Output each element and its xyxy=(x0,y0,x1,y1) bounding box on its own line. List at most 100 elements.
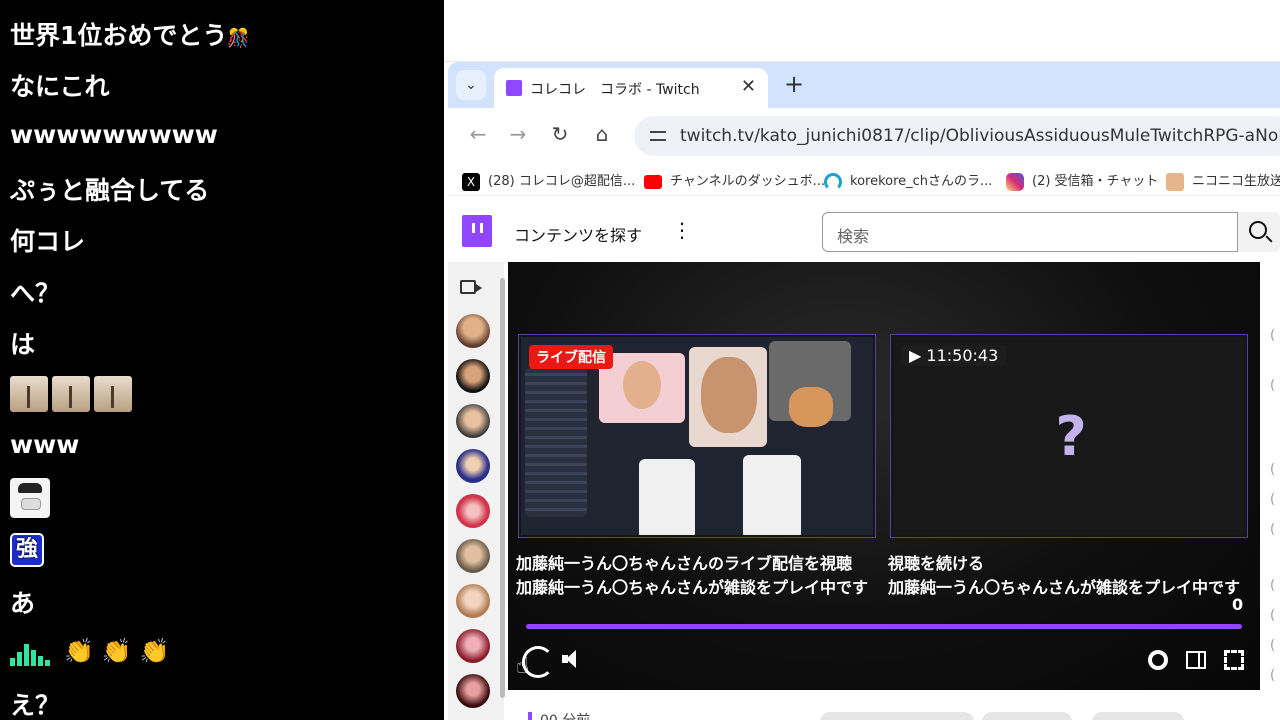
column-edge: ( xyxy=(1270,608,1276,623)
action-button[interactable] xyxy=(982,712,1072,720)
tab-close-icon[interactable]: ✕ xyxy=(741,76,756,97)
card2-title[interactable]: 視聴を続ける xyxy=(888,550,984,574)
clap-emoji-icon: 👏 xyxy=(64,637,94,665)
channel-avatar[interactable] xyxy=(456,314,490,348)
tab-active[interactable]: コレコレ コラボ - Twitch ✕ xyxy=(494,68,768,108)
address-bar[interactable]: twitch.tv/kato_junichi0817/clip/Obliviou… xyxy=(634,116,1280,156)
bookmark-korekore[interactable]: korekore_chさんのラ... xyxy=(824,170,992,191)
accent-bar xyxy=(528,712,532,720)
twitch-favicon-icon xyxy=(506,80,522,96)
twitch-logo-icon[interactable] xyxy=(462,215,492,247)
clap-emoji-icon: 👏 xyxy=(101,637,132,665)
theater-mode-icon[interactable] xyxy=(1186,651,1206,669)
channel-avatar[interactable] xyxy=(456,629,490,663)
masked-face-stamp-icon xyxy=(10,478,50,518)
forward-button[interactable]: → xyxy=(504,122,532,146)
channel-avatar[interactable] xyxy=(456,494,490,528)
back-button[interactable]: ← xyxy=(464,122,492,146)
chat-overlay: 世界1位おめでとう🎊 なにこれ wwwwwwwww ぷぅと融合してる 何コレ へ… xyxy=(0,0,444,720)
bookmark-instagram[interactable]: (2) 受信箱・チャット xyxy=(1006,170,1158,191)
new-tab-button[interactable]: + xyxy=(784,70,804,98)
twitch-header: コンテンツを探す ⋮ 検索 xyxy=(448,200,1280,262)
more-options-icon[interactable]: ⋮ xyxy=(672,218,692,242)
site-info-icon[interactable] xyxy=(648,126,670,146)
right-column: ( ( ( ( ( ( ( ( ( xyxy=(1260,262,1280,720)
column-edge: ( xyxy=(1270,668,1276,683)
live-thumbnail: ライブ配信 xyxy=(521,337,873,535)
channel-avatar[interactable] xyxy=(456,674,490,708)
bookmark-niconico[interactable]: ニコニコ生放送 xyxy=(1166,170,1280,191)
tab-title: コレコレ コラボ - Twitch xyxy=(530,82,700,98)
card1-title[interactable]: 加藤純一うん〇ちゃんさんのライブ配信を視聴 xyxy=(516,550,852,574)
hand-cursor-icon: ☝ xyxy=(516,654,530,679)
duration-badge: ▶ 11:50:43 xyxy=(901,345,1007,366)
live-badge: ライブ配信 xyxy=(529,345,613,369)
headset-icon xyxy=(824,172,842,191)
navigation-bar: ← → ↻ ⌂ twitch.tv/kato_junichi0817/clip/… xyxy=(448,108,1280,164)
settings-gear-icon[interactable] xyxy=(1148,650,1168,670)
chat-message: ぷぅと融合してる xyxy=(10,176,210,205)
column-edge: ( xyxy=(1270,638,1276,653)
bookmark-x[interactable]: X (28) コレコレ@超配信... xyxy=(462,170,635,191)
sidebar-scrollbar[interactable] xyxy=(500,278,505,698)
reload-button[interactable]: ↻ xyxy=(546,122,574,146)
party-emoji-icon: 🎊 xyxy=(227,28,250,49)
bookmark-label: ニコニコ生放送 xyxy=(1192,174,1280,189)
desktop-strip xyxy=(444,0,1280,62)
search-input[interactable]: 検索 xyxy=(822,212,1238,252)
thumb-face xyxy=(623,361,661,409)
bookmark-label: チャンネルのダッシュボ... xyxy=(670,174,826,189)
search-placeholder: 検索 xyxy=(837,227,870,246)
video-player[interactable]: ライブ配信 ▶ 11:50:43 ? 加藤純一うん〇ちゃんさんのライブ配信を視聴… xyxy=(508,262,1260,690)
column-edge: ( xyxy=(1270,462,1276,477)
fullscreen-icon[interactable] xyxy=(1224,650,1244,670)
chat-message: あ xyxy=(10,589,36,618)
followed-channels-sidebar xyxy=(448,262,505,720)
vod-card[interactable]: ▶ 11:50:43 ? xyxy=(890,334,1248,538)
x-icon: X xyxy=(462,172,480,191)
bookmark-youtube[interactable]: チャンネルのダッシュボ... xyxy=(644,170,825,189)
instagram-icon xyxy=(1006,172,1024,191)
bookmark-label: (2) 受信箱・チャット xyxy=(1032,174,1159,189)
search-icon-handle xyxy=(1265,235,1273,243)
url-text: twitch.tv/kato_junichi0817/clip/Obliviou… xyxy=(680,126,1280,146)
column-edge: ( xyxy=(1270,578,1276,593)
chat-text: 世界1位おめでとう xyxy=(10,21,228,50)
channel-avatar[interactable] xyxy=(456,584,490,618)
scale-stamp-icon xyxy=(94,376,132,412)
screen: 世界1位おめでとう🎊 なにこれ wwwwwwwww ぷぅと融合してる 何コレ へ… xyxy=(0,0,1280,720)
thumb-face xyxy=(789,387,833,427)
thumb-panel xyxy=(743,455,801,535)
home-button[interactable]: ⌂ xyxy=(588,122,616,146)
chat-message-stamps xyxy=(10,376,136,412)
live-stream-card[interactable]: ライブ配信 xyxy=(518,334,876,538)
action-button[interactable] xyxy=(1092,712,1184,720)
chat-message-stamps: 👏 👏 👏 xyxy=(10,636,178,666)
bookmark-label: (28) コレコレ@超配信... xyxy=(488,174,636,189)
search-button[interactable] xyxy=(1238,212,1280,252)
progress-bar[interactable] xyxy=(526,624,1242,629)
channel-avatar[interactable] xyxy=(456,359,490,393)
card1-subtitle: 加藤純一うん〇ちゃんさんが雑談をプレイ中です xyxy=(516,578,869,597)
channel-avatar[interactable] xyxy=(456,404,490,438)
chat-message: www xyxy=(10,430,80,459)
card2-subtitle: 加藤純一うん〇ちゃんさんが雑談をプレイ中です xyxy=(888,578,1241,597)
action-button[interactable] xyxy=(820,712,974,720)
chat-message-stamp xyxy=(10,478,50,518)
tab-search-dropdown-button[interactable]: ⌄ xyxy=(456,70,486,100)
niconico-icon xyxy=(1166,172,1184,191)
clap-emoji-icon: 👏 xyxy=(139,637,170,665)
channel-avatar[interactable] xyxy=(456,539,490,573)
chat-message: 何コレ xyxy=(10,227,86,256)
chat-message: え？ xyxy=(10,691,61,720)
chat-message: 世界1位おめでとう🎊 xyxy=(10,16,250,52)
chat-message: wwwwwwwww xyxy=(10,120,218,149)
channel-avatar[interactable] xyxy=(456,449,490,483)
browse-link[interactable]: コンテンツを探す xyxy=(514,222,642,246)
video-camera-icon[interactable] xyxy=(460,280,482,294)
column-edge: ( xyxy=(1270,328,1276,343)
volume-icon[interactable] xyxy=(562,650,580,668)
column-edge: ( xyxy=(1270,522,1276,537)
below-player-area: 00 分前 xyxy=(508,690,1260,720)
column-edge: ( xyxy=(1270,492,1276,507)
